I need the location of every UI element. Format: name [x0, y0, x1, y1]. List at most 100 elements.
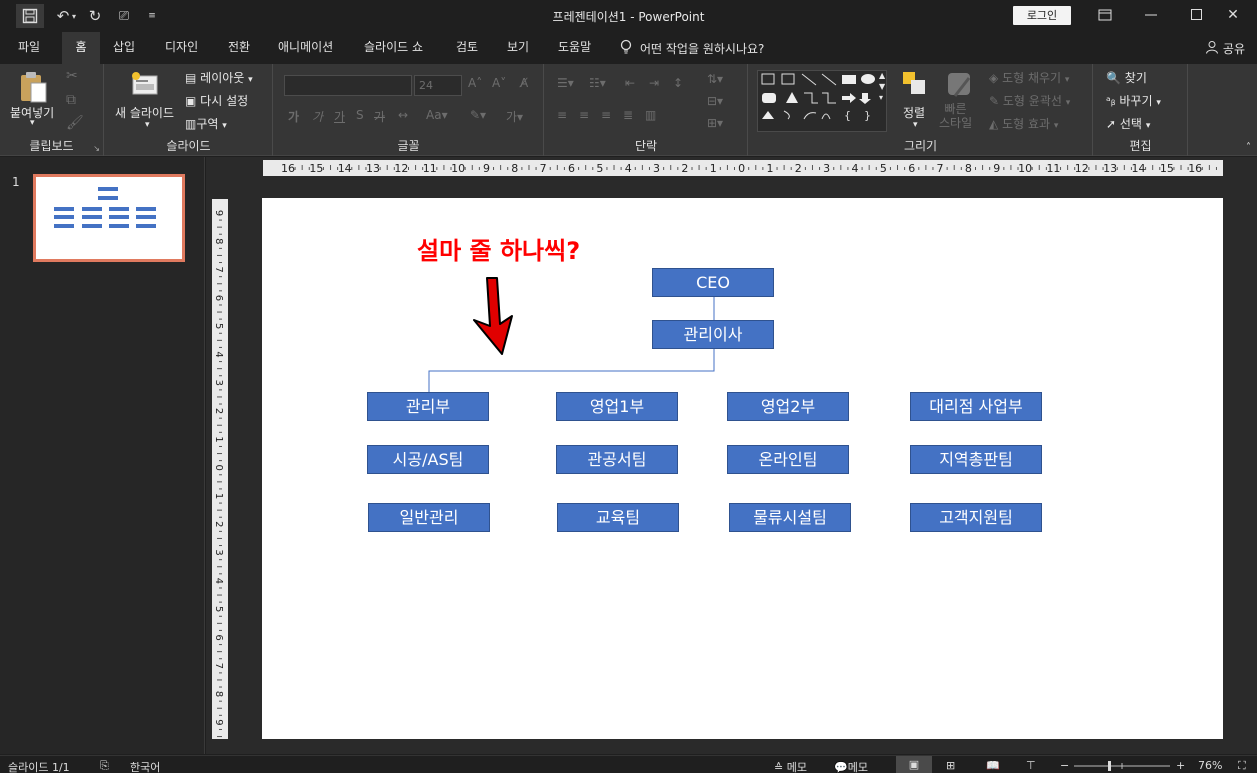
shapes-gallery[interactable]: {} [757, 70, 887, 132]
change-case-icon[interactable]: Aa▾ [426, 108, 448, 122]
fit-slide-icon[interactable]: ⛶ [1238, 759, 1246, 773]
quick-styles-button[interactable]: 빠른 스타일 [939, 102, 972, 130]
slide-sorter-icon[interactable]: ⊞ [946, 759, 955, 772]
shape-outline-button[interactable]: ✎ 도형 윤곽선 ▾ [989, 92, 1070, 109]
increase-indent-icon[interactable]: ⇥ [649, 76, 659, 90]
zoom-slider[interactable] [1072, 756, 1172, 773]
tell-me-search[interactable]: 어떤 작업을 원하시나요? [620, 32, 764, 64]
cut-icon[interactable]: ✂ [66, 68, 78, 84]
redo-icon[interactable]: ↻ [84, 4, 106, 28]
customize-icon[interactable]: ≡ [144, 4, 160, 28]
notes-button[interactable]: ≙ 메모 [774, 759, 807, 773]
tab-view[interactable]: 보기 [497, 32, 539, 64]
smartart-icon[interactable]: ⊞▾ [707, 116, 723, 130]
reset-button[interactable]: ▣ 다시 설정 [185, 92, 248, 109]
shape-fill-button[interactable]: ◈ 도형 채우기 ▾ [989, 69, 1069, 86]
box-sales1[interactable]: 영업1부 [556, 392, 678, 421]
tab-slideshow[interactable]: 슬라이드 쇼 [354, 32, 433, 64]
bold-icon[interactable]: 가 [288, 108, 299, 125]
gallery-scroll-icon[interactable]: ▲ ▼ ▾ [879, 70, 885, 103]
layout-button[interactable]: ▤ 레이아웃 ▾ [185, 69, 253, 86]
save-icon[interactable] [16, 4, 44, 28]
tab-review[interactable]: 검토 [446, 32, 488, 64]
vertical-ruler[interactable]: 9 8 7 6 5 4 3 2 1 0 1 2 3 4 5 6 7 8 9 [212, 199, 228, 739]
align-right-icon[interactable]: ≡ [601, 108, 611, 122]
slide-canvas[interactable]: 설마 줄 하나씩? CEO 관리이사 관리부 영업1부 영업2부 대리점 사업부… [262, 198, 1223, 739]
zoom-in-icon[interactable]: + [1176, 759, 1185, 772]
restore-ribbon-icon[interactable] [1082, 0, 1128, 30]
select-button[interactable]: ➚ 선택 ▾ [1106, 115, 1150, 132]
bullets-icon[interactable]: ☰▾ [557, 76, 574, 90]
format-painter-icon[interactable]: 🖌 [66, 115, 84, 131]
normal-view-icon[interactable]: ▣ [896, 756, 932, 773]
highlight-icon[interactable]: ✎▾ [470, 108, 486, 122]
box-agency[interactable]: 대리점 사업부 [910, 392, 1042, 421]
shape-effects-button[interactable]: ◭ 도형 효과 ▾ [989, 115, 1058, 132]
char-spacing-icon[interactable]: ↔ [398, 108, 408, 122]
text-direction-icon[interactable]: ⇅▾ [707, 72, 723, 86]
paste-dropdown-icon[interactable]: ▾ [30, 118, 35, 128]
font-name-combo[interactable] [284, 75, 412, 96]
align-center-icon[interactable]: ≡ [579, 108, 589, 122]
justify-icon[interactable]: ≣ [623, 108, 633, 122]
share-button[interactable]: 공유 [1205, 32, 1245, 64]
slide-thumbnail[interactable] [33, 174, 185, 262]
comments-button[interactable]: 💬메모 [834, 759, 868, 773]
quick-styles-icon[interactable] [945, 70, 975, 103]
language[interactable]: 한국어 [130, 759, 160, 773]
paste-icon[interactable] [18, 70, 48, 107]
align-left-icon[interactable]: ≡ [557, 108, 567, 122]
tab-design[interactable]: 디자인 [155, 32, 208, 64]
clear-format-icon[interactable]: A̸ [520, 76, 528, 90]
box-regional[interactable]: 지역총판팀 [910, 445, 1042, 474]
box-mgmt-dept[interactable]: 관리부 [367, 392, 489, 421]
tab-transitions[interactable]: 전환 [218, 32, 260, 64]
zoom-out-icon[interactable]: − [1060, 759, 1069, 772]
numbering-icon[interactable]: ☷▾ [589, 76, 606, 90]
italic-icon[interactable]: 가 [312, 108, 323, 125]
collapse-ribbon-icon[interactable]: ˄ [1246, 142, 1251, 153]
box-director[interactable]: 관리이사 [652, 320, 774, 349]
annotation-text[interactable]: 설마 줄 하나씩? [417, 231, 580, 266]
grow-font-icon[interactable]: A˄ [468, 76, 482, 90]
shrink-font-icon[interactable]: A˅ [492, 76, 506, 90]
new-slide-button[interactable]: 새 슬라이드 [115, 104, 174, 121]
close-icon[interactable]: ✕ [1210, 0, 1256, 30]
replace-button[interactable]: ᵃᵦ 바꾸기 ▾ [1106, 92, 1161, 109]
font-size-combo[interactable]: 24 [414, 75, 462, 96]
font-color-icon[interactable]: 가▾ [506, 108, 523, 125]
box-public[interactable]: 관공서팀 [556, 445, 678, 474]
underline-icon[interactable]: 가 [334, 108, 345, 125]
strikethrough-icon[interactable]: 가 [374, 108, 385, 125]
zoom-level[interactable]: 76% [1198, 759, 1222, 772]
arrange-button[interactable]: 정렬 [903, 104, 925, 121]
dialog-launcher-icon[interactable]: ↘ [93, 144, 100, 153]
box-logistics[interactable]: 물류시설팀 [729, 503, 851, 532]
tab-home[interactable]: 홈 [62, 32, 100, 64]
tab-help[interactable]: 도움말 [548, 32, 601, 64]
line-spacing-icon[interactable]: ↕ [673, 76, 683, 90]
reading-view-icon[interactable]: 📖 [986, 759, 1000, 772]
box-online[interactable]: 온라인팀 [727, 445, 849, 474]
box-construction[interactable]: 시공/AS팀 [367, 445, 489, 474]
box-general[interactable]: 일반관리 [368, 503, 490, 532]
find-button[interactable]: 🔍 찾기 [1106, 69, 1147, 86]
minimize-icon[interactable] [1128, 0, 1174, 30]
undo-dropdown-icon[interactable]: ▾ [68, 4, 80, 28]
section-button[interactable]: ▥구역 ▾ [185, 115, 227, 132]
spellcheck-icon[interactable]: ⎘ [100, 759, 109, 773]
new-slide-dropdown-icon[interactable]: ▾ [145, 120, 150, 130]
login-button[interactable]: 로그인 [1013, 6, 1071, 25]
box-sales2[interactable]: 영업2부 [727, 392, 849, 421]
decrease-indent-icon[interactable]: ⇤ [625, 76, 635, 90]
box-education[interactable]: 교육팀 [557, 503, 679, 532]
new-slide-icon[interactable] [130, 70, 160, 101]
box-support[interactable]: 고객지원팀 [910, 503, 1042, 532]
box-ceo[interactable]: CEO [652, 268, 774, 297]
horizontal-ruler[interactable]: 16 15 14 13 12 11 10 9 8 7 6 5 4 3 2 1 0 1 2 3 4 5 6 7 8 9 10 11 12 1… [263, 160, 1223, 176]
tab-file[interactable]: 파일 [8, 32, 50, 64]
copy-icon[interactable]: ⧉ [66, 92, 76, 108]
arrange-dropdown-icon[interactable]: ▾ [913, 120, 918, 130]
shadow-icon[interactable]: S [356, 108, 364, 122]
tab-animations[interactable]: 애니메이션 [268, 32, 343, 64]
